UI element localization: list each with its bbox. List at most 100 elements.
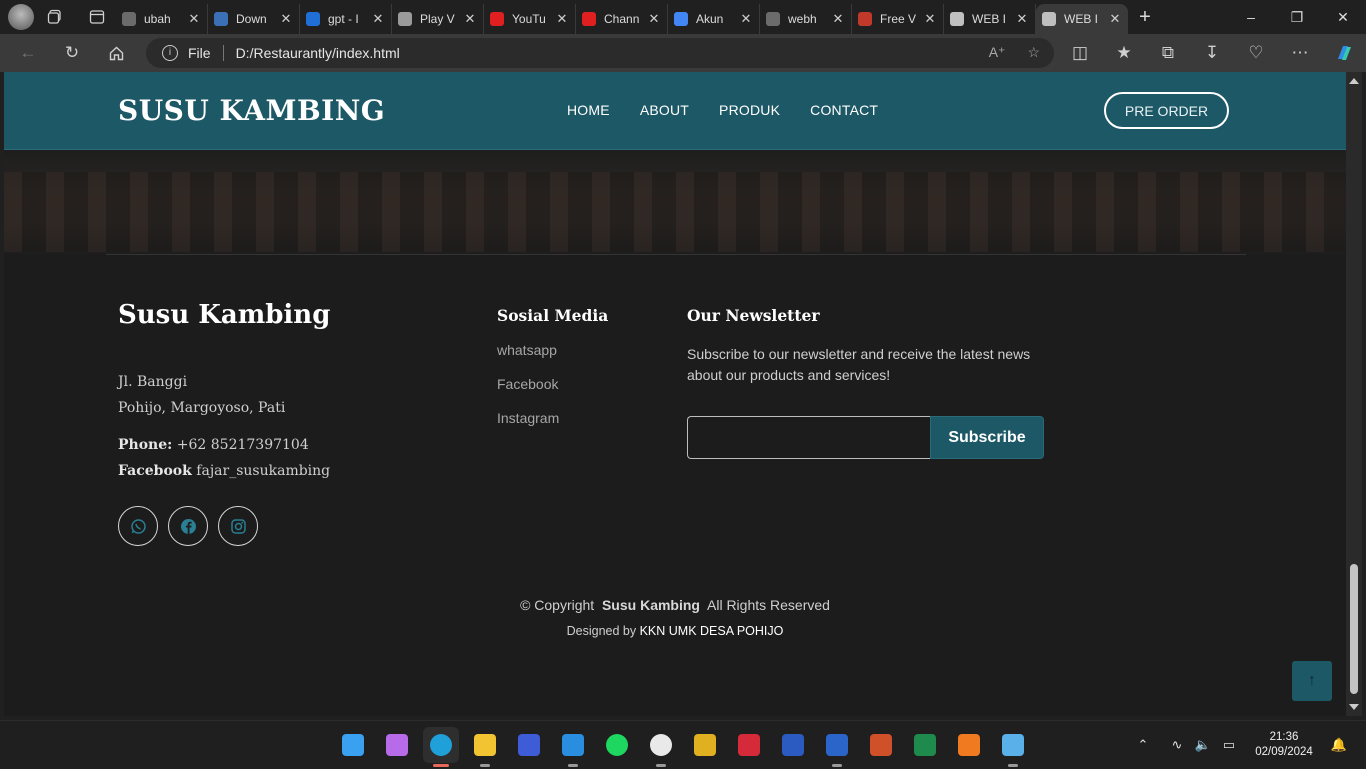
tab-close-icon[interactable]: ✕ [279, 11, 293, 27]
url-text[interactable]: D:/Restaurantly/index.html [236, 45, 400, 61]
taskbar-app-media-player[interactable] [643, 727, 679, 763]
browser-tab[interactable]: Down✕ [208, 4, 300, 34]
link-instagram[interactable]: Instagram [497, 410, 559, 426]
pre-order-button[interactable]: PRE ORDER [1104, 92, 1229, 129]
browser-essentials-icon[interactable]: ♡ [1234, 34, 1278, 72]
taskbar-app-spotify[interactable] [599, 727, 635, 763]
tab-close-icon[interactable]: ✕ [831, 11, 845, 27]
tab-close-icon[interactable]: ✕ [555, 11, 569, 27]
tab-title: Chann [604, 12, 647, 26]
link-whatsapp[interactable]: whatsapp [497, 342, 557, 358]
back-icon[interactable]: ← [6, 34, 50, 72]
subscribe-button[interactable]: Subscribe [930, 416, 1044, 459]
taskbar-app-word[interactable] [819, 727, 855, 763]
notification-bell-icon[interactable]: 🔔 [1326, 737, 1352, 753]
taskbar-app-edge[interactable] [423, 727, 459, 763]
restore-button[interactable]: ❐ [1274, 0, 1320, 34]
browser-tab[interactable]: webh✕ [760, 4, 852, 34]
file-explorer-icon [474, 734, 496, 756]
browser-tab[interactable]: YouTu✕ [484, 4, 576, 34]
page-scrollbar[interactable] [1346, 72, 1362, 716]
copilot-icon [386, 734, 408, 756]
taskbar-app-powerpoint[interactable] [863, 727, 899, 763]
menu-about[interactable]: ABOUT [640, 102, 689, 118]
taskbar-app-tool-app[interactable] [687, 727, 723, 763]
tab-close-icon[interactable]: ✕ [1108, 11, 1122, 27]
taskbar-app-xampp[interactable] [951, 727, 987, 763]
back-to-top-button[interactable]: ↑ [1292, 661, 1332, 701]
taskbar-app-app-blue[interactable] [511, 727, 547, 763]
new-tab-button[interactable]: + [1128, 6, 1162, 29]
tab-close-icon[interactable]: ✕ [647, 11, 661, 27]
scrollbar-thumb[interactable] [1350, 564, 1358, 694]
tab-title: Down [236, 12, 279, 26]
tab-title: Free V [880, 12, 923, 26]
clock-date: 02/09/2024 [1246, 745, 1322, 760]
downloads-icon[interactable]: ↧ [1190, 34, 1234, 72]
chevron-up-icon[interactable]: ⌃ [1130, 737, 1156, 753]
tab-close-icon[interactable]: ✕ [739, 11, 753, 27]
taskbar-app-start[interactable] [335, 727, 371, 763]
hero-background-image [4, 150, 1346, 254]
tab-favicon-icon [306, 12, 320, 26]
scroll-up-arrow-icon[interactable] [1349, 78, 1359, 84]
browser-tab[interactable]: Play V✕ [392, 4, 484, 34]
tab-close-icon[interactable]: ✕ [371, 11, 385, 27]
tab-close-icon[interactable]: ✕ [187, 11, 201, 27]
instagram-icon[interactable] [218, 506, 258, 546]
workspaces-icon[interactable] [42, 4, 68, 30]
settings-more-icon[interactable]: ⋯ [1278, 34, 1322, 72]
browser-tab[interactable]: Chann✕ [576, 4, 668, 34]
window-controls: – ❐ ✕ [1228, 0, 1366, 34]
browser-tab[interactable]: ubah✕ [116, 4, 208, 34]
browser-tab[interactable]: WEB I✕ [1036, 4, 1128, 34]
link-facebook[interactable]: Facebook [497, 376, 558, 392]
battery-icon[interactable]: ▭ [1216, 737, 1242, 753]
tab-favicon-icon [1042, 12, 1056, 26]
browser-tab[interactable]: Akun✕ [668, 4, 760, 34]
refresh-icon[interactable]: ↻ [50, 34, 94, 72]
tab-close-icon[interactable]: ✕ [463, 11, 477, 27]
close-window-button[interactable]: ✕ [1320, 0, 1366, 34]
taskbar-app-app-red[interactable] [731, 727, 767, 763]
menu-home[interactable]: HOME [567, 102, 610, 118]
tab-title: WEB I [1064, 12, 1108, 26]
address-bar[interactable]: i File D:/Restaurantly/index.html A⁺ ☆ [146, 38, 1054, 68]
home-icon[interactable] [94, 34, 138, 72]
site-logo[interactable]: SUSU KAMBING [118, 94, 385, 127]
favorite-star-icon[interactable]: ☆ [1027, 44, 1040, 61]
taskbar-app-notepad[interactable] [995, 727, 1031, 763]
menu-produk[interactable]: PRODUK [719, 102, 780, 118]
read-aloud-icon[interactable]: A⁺ [989, 44, 1006, 61]
browser-tab[interactable]: WEB I✕ [944, 4, 1036, 34]
copilot-icon[interactable] [1322, 34, 1366, 72]
taskbar-app-file-explorer[interactable] [467, 727, 503, 763]
taskbar-app-vscode[interactable] [555, 727, 591, 763]
tab-close-icon[interactable]: ✕ [923, 11, 937, 27]
whatsapp-icon[interactable] [118, 506, 158, 546]
newsletter-email-input[interactable] [687, 416, 931, 459]
site-info-icon[interactable]: i [162, 45, 178, 61]
tab-title: gpt - I [328, 12, 371, 26]
menu-contact[interactable]: CONTACT [810, 102, 878, 118]
scroll-down-arrow-icon[interactable] [1349, 704, 1359, 710]
facebook-icon[interactable] [168, 506, 208, 546]
profile-avatar[interactable] [8, 4, 34, 30]
wifi-icon[interactable]: ∿ [1164, 737, 1190, 753]
minimize-button[interactable]: – [1228, 0, 1274, 34]
tab-favicon-icon [674, 12, 688, 26]
taskbar-app-app-visio[interactable] [775, 727, 811, 763]
volume-icon[interactable]: 🔈 [1190, 737, 1216, 753]
tab-close-icon[interactable]: ✕ [1015, 11, 1029, 27]
collections-icon[interactable]: ⧉ [1146, 34, 1190, 72]
taskbar-app-excel[interactable] [907, 727, 943, 763]
designer-name[interactable]: KKN UMK DESA POHIJO [640, 624, 784, 638]
taskbar-app-copilot[interactable] [379, 727, 415, 763]
browser-tab[interactable]: Free V✕ [852, 4, 944, 34]
browser-tab[interactable]: gpt - I✕ [300, 4, 392, 34]
split-screen-icon[interactable]: ◫ [1058, 34, 1102, 72]
clock[interactable]: 21:36 02/09/2024 [1246, 730, 1322, 760]
tab-favicon-icon [950, 12, 964, 26]
favorites-icon[interactable]: ★ [1102, 34, 1146, 72]
tab-actions-icon[interactable] [84, 4, 110, 30]
